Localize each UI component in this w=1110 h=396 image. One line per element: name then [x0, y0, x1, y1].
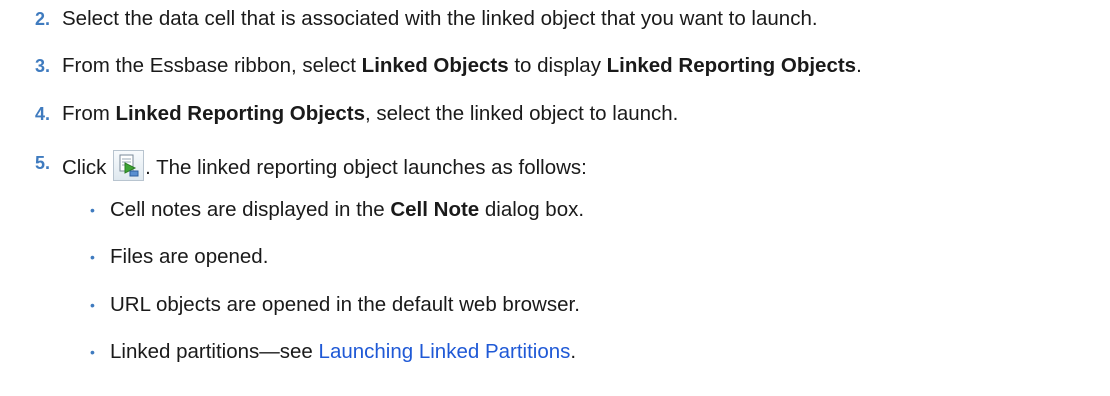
step-text: From Linked Reporting Objects, select th… [62, 101, 678, 127]
bullet-icon: • [90, 249, 95, 265]
step-text-content: Select the data cell that is associated … [62, 7, 818, 30]
bullet-text: Files are opened. [110, 245, 269, 268]
bullet-text-pre: Linked partitions—see [110, 340, 319, 363]
bullet-text: Linked partitions—see Launching Linked P… [110, 339, 576, 365]
bullet-icon: • [90, 297, 95, 313]
step-text: Select the data cell that is associated … [62, 6, 818, 32]
linked-reporting-objects-label: Linked Reporting Objects [115, 102, 365, 125]
bullet-text-post: . [570, 340, 577, 363]
linked-reporting-objects-label: Linked Reporting Objects [606, 54, 857, 77]
step-text-post: , select the linked object to launch. [364, 102, 679, 125]
step-number: 5. [35, 153, 51, 173]
step-text-pre: From [62, 102, 116, 125]
step-number: 2. [35, 9, 51, 29]
bullet-text-post: dialog box. [479, 198, 585, 221]
launching-linked-partitions-link[interactable]: Launching Linked Partitions [319, 340, 571, 363]
step-text-mid: to display [508, 54, 607, 77]
step-text: From the Essbase ribbon, select Linked O… [62, 53, 862, 79]
cell-note-label: Cell Note [390, 198, 480, 221]
linked-objects-label: Linked Objects [361, 54, 509, 77]
step-text-post: . [856, 54, 862, 77]
step-text-post: . The linked reporting object launches a… [145, 156, 587, 179]
bullet-icon: • [90, 344, 95, 360]
step-number: 3. [35, 56, 51, 76]
step-text: Click . The linked reporting object laun… [62, 150, 587, 181]
bullet-text: Cell notes are displayed in the Cell Not… [110, 197, 584, 223]
bullet-text-pre: Cell notes are displayed in the [110, 198, 391, 221]
step-number: 4. [35, 104, 51, 124]
step-text-pre: From the Essbase ribbon, select [62, 54, 362, 77]
step-text-pre: Click [62, 156, 113, 179]
bullet-text: URL objects are opened in the default we… [110, 293, 580, 316]
bullet-icon: • [90, 202, 95, 218]
launch-linked-object-icon[interactable] [113, 150, 145, 181]
